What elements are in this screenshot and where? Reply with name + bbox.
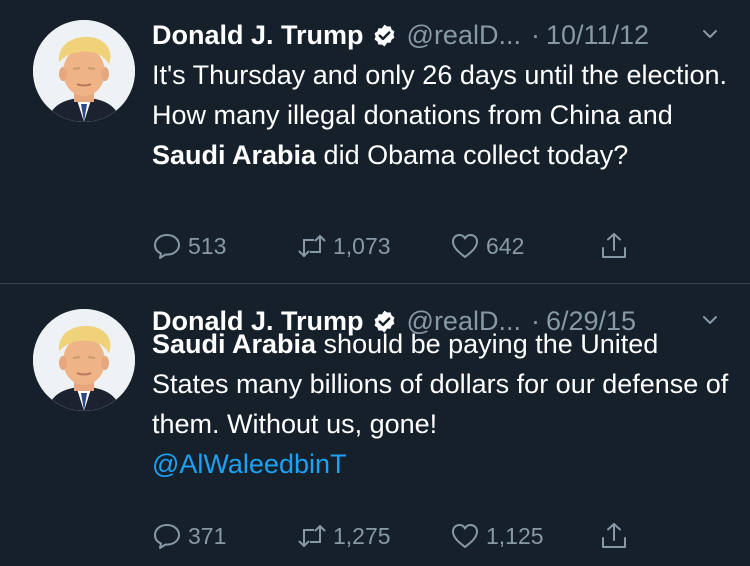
share-icon — [599, 521, 629, 551]
chevron-down-icon[interactable] — [700, 24, 720, 44]
avatar[interactable] — [33, 20, 135, 122]
avatar[interactable] — [33, 309, 135, 411]
tweet-text: Saudi Arabia should be paying the United… — [152, 324, 730, 484]
reply-icon — [152, 521, 182, 551]
retweet-button[interactable]: 1,275 — [297, 516, 391, 556]
heart-icon — [450, 231, 480, 261]
retweet-icon — [297, 231, 327, 261]
heart-icon — [450, 521, 480, 551]
tweet-text-bold: Saudi Arabia — [152, 329, 317, 359]
tweet[interactable]: Donald J. Trump @realD... · 6/29/15 Saud… — [0, 283, 750, 566]
like-button[interactable]: 642 — [450, 226, 524, 266]
share-button[interactable] — [599, 516, 629, 556]
tweet-date[interactable]: 10/11/12 — [546, 20, 649, 51]
verified-icon — [372, 23, 397, 48]
reply-count: 371 — [188, 522, 227, 549]
reply-button[interactable]: 513 — [152, 226, 226, 266]
tweet-text-bold: Saudi Arabia — [152, 140, 317, 170]
retweet-count: 1,275 — [333, 522, 391, 549]
reply-icon — [152, 231, 182, 261]
tweet[interactable]: Donald J. Trump @realD... · 10/11/12 It'… — [0, 0, 750, 283]
avatar-portrait-icon — [33, 20, 135, 122]
author-handle[interactable]: @realD... — [407, 20, 521, 51]
separator-dot: · — [530, 19, 540, 50]
tweet-actions: 513 1,073 642 — [152, 226, 652, 266]
like-button[interactable]: 1,125 — [450, 516, 544, 556]
share-icon — [599, 231, 629, 261]
tweet-text: It's Thursday and only 26 days until the… — [152, 55, 730, 175]
retweet-count: 1,073 — [333, 232, 391, 259]
author-name[interactable]: Donald J. Trump — [152, 20, 364, 51]
like-count: 1,125 — [486, 522, 544, 549]
share-button[interactable] — [599, 226, 629, 266]
tweet-actions: 371 1,275 1,125 — [152, 516, 652, 556]
avatar-portrait-icon — [33, 309, 135, 411]
retweet-icon — [297, 521, 327, 551]
tweet-header: Donald J. Trump @realD... · 10/11/12 — [152, 16, 730, 54]
tweet-text-part: did Obama collect today? — [316, 140, 629, 170]
tweet-feed: Donald J. Trump @realD... · 10/11/12 It'… — [0, 0, 750, 566]
reply-count: 513 — [188, 232, 227, 259]
reply-button[interactable]: 371 — [152, 516, 226, 556]
like-count: 642 — [486, 232, 525, 259]
tweet-text-part: It's Thursday and only 26 days until the… — [152, 60, 728, 130]
mention-link[interactable]: @AlWaleedbinT — [152, 449, 346, 479]
retweet-button[interactable]: 1,073 — [297, 226, 391, 266]
